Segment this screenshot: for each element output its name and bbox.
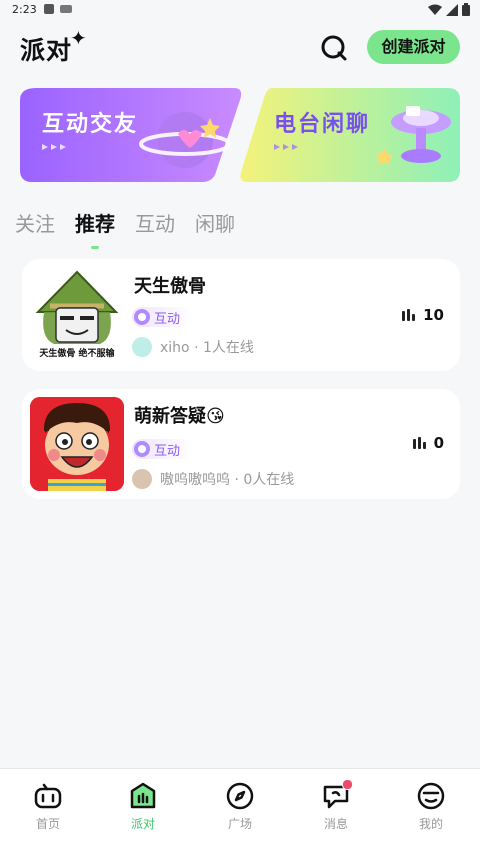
create-party-button[interactable]: 创建派对 — [367, 30, 460, 64]
status-time: 2:23 — [12, 3, 37, 16]
host-avatar — [132, 337, 152, 357]
nav-messages[interactable]: 消息 — [306, 779, 366, 832]
room-tag-label: 互动 — [154, 311, 181, 327]
cover-caption: 天生傲骨 绝不服输 — [39, 349, 115, 359]
room-cover-image: 天生傲骨 绝不服输 — [30, 268, 124, 362]
room-host-row: xiho · 1人在线 — [132, 337, 254, 357]
signal-icon — [446, 3, 458, 16]
listener-count-value: 0 — [433, 434, 444, 452]
banner-radio-chat[interactable]: 电台闲聊 — [238, 88, 460, 182]
status-bar: 2:23 — [0, 0, 480, 20]
battery-icon — [462, 3, 470, 16]
room-host-info: xiho · 1人在线 — [160, 340, 254, 356]
room-card[interactable]: 萌新答疑😘 互动 嗷呜嗷呜呜 · 0人在线 0 — [22, 389, 460, 499]
room-cover-image — [30, 397, 124, 491]
room-tag: 互动 — [132, 307, 195, 327]
room-card[interactable]: 天生傲骨 绝不服输 天生傲骨 互动 xiho · 1人在线 10 — [22, 259, 460, 371]
top-bar: 派对 ✦ 创建派对 — [0, 26, 480, 70]
room-host-info: 嗷呜嗷呜呜 · 0人在线 — [160, 472, 295, 488]
bottom-navigation: 首页 派对 广场 消息 我的 — [0, 768, 480, 854]
notification-a-icon — [44, 4, 54, 14]
listener-count-value: 10 — [423, 306, 444, 324]
status-notification-icons — [44, 4, 72, 14]
interactive-tag-icon — [134, 441, 150, 457]
room-listener-count: 10 — [402, 306, 444, 324]
nav-home-label: 首页 — [35, 817, 60, 831]
banner-right-title: 电台闲聊 — [274, 112, 371, 137]
cartoon-boy-illustration — [30, 397, 124, 491]
active-tab-indicator — [91, 246, 99, 249]
category-tabs: 关注 推荐 互动 闲聊 — [0, 208, 480, 249]
search-button[interactable] — [320, 34, 348, 62]
sparkle-icon: ✦ — [70, 26, 87, 50]
audio-bars-icon — [402, 309, 416, 321]
room-host-row: 嗷呜嗷呜呜 · 0人在线 — [132, 469, 294, 489]
audio-bars-icon — [412, 437, 426, 449]
wifi-icon — [428, 4, 442, 15]
room-listener-count: 0 — [412, 434, 444, 452]
nav-messages-label: 消息 — [323, 817, 348, 831]
nav-profile-label: 我的 — [418, 817, 443, 831]
room-tag: 互动 — [132, 439, 195, 459]
nav-profile[interactable]: 我的 — [401, 781, 461, 832]
nav-square-label: 广场 — [227, 817, 252, 831]
party-icon — [130, 782, 156, 809]
keyboard-icon — [60, 5, 72, 13]
unread-badge — [342, 779, 353, 790]
nav-party[interactable]: 派对 — [113, 781, 173, 832]
room-title: 萌新答疑😘 — [134, 406, 225, 427]
tab-interactive[interactable]: 互动 — [135, 208, 175, 237]
banner-left-title: 互动交友 — [42, 112, 139, 137]
search-icon — [321, 35, 347, 61]
nav-square[interactable]: 广场 — [210, 781, 270, 832]
app-logo: 派对 — [20, 36, 73, 65]
nav-home[interactable]: 首页 — [18, 781, 78, 832]
nav-party-label: 派对 — [130, 817, 155, 831]
profile-icon — [417, 782, 445, 810]
room-title: 天生傲骨 — [134, 276, 206, 297]
game-controller-icon — [34, 783, 62, 809]
tab-chat[interactable]: 闲聊 — [195, 208, 235, 237]
status-system-icons — [428, 3, 470, 16]
host-avatar — [132, 469, 152, 489]
compass-icon — [226, 782, 254, 810]
banner-interactive-friends[interactable]: 互动交友 — [20, 88, 242, 182]
interactive-tag-icon — [134, 309, 150, 325]
room-tag-label: 互动 — [154, 443, 181, 459]
tab-recommend[interactable]: 推荐 — [75, 208, 115, 237]
tab-follow[interactable]: 关注 — [15, 208, 55, 237]
